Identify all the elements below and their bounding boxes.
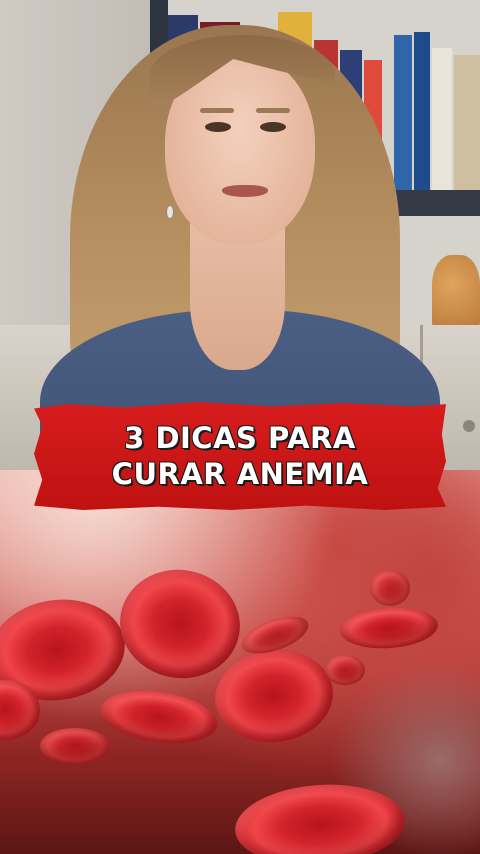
title-line-1: 3 DICAS PARA [124, 421, 356, 455]
red-blood-cell [97, 684, 221, 750]
earring [166, 205, 174, 219]
red-blood-cell [325, 655, 365, 685]
red-blood-cell [370, 570, 410, 606]
title-line-2: CURAR ANEMIA [111, 457, 369, 491]
red-blood-cell [210, 644, 338, 748]
sofa-button [463, 420, 475, 432]
left-eyebrow [200, 108, 234, 113]
left-eye [205, 122, 231, 132]
red-blood-cells-illustration [0, 470, 480, 854]
title-banner: 3 DICAS PARA CURAR ANEMIA [34, 402, 446, 510]
right-eye [260, 122, 286, 132]
decorative-figurine [432, 255, 480, 330]
presenter-mouth [222, 185, 268, 197]
presenter-video-frame [0, 0, 480, 470]
right-eyebrow [256, 108, 290, 113]
red-blood-cell [40, 728, 110, 764]
